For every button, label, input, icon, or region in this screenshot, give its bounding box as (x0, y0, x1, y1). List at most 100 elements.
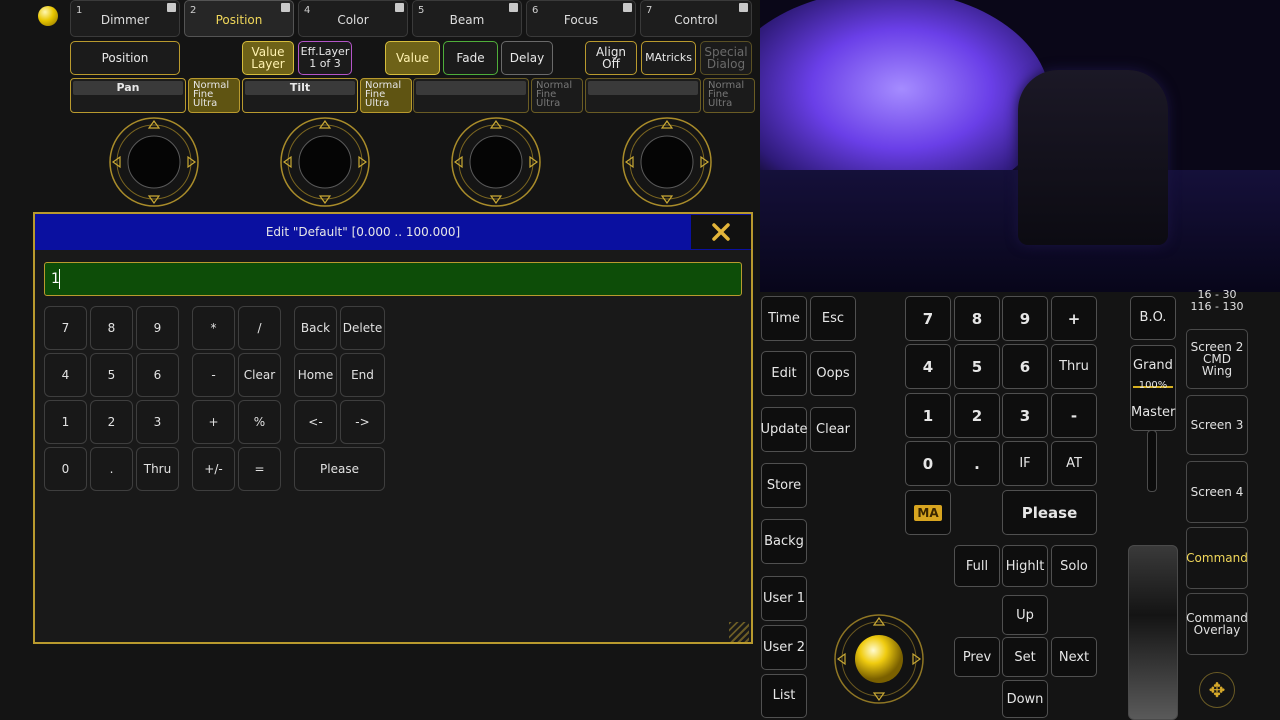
matricks-button[interactable]: MAtricks (641, 41, 696, 75)
key-7[interactable]: 7 (44, 306, 87, 350)
wing-key-9[interactable]: 9 (1002, 296, 1048, 341)
encoder-3[interactable] (413, 78, 529, 113)
encoder-resolution-3[interactable]: Normal Fine Ultra (531, 78, 583, 113)
trackball[interactable] (834, 614, 924, 704)
up-key[interactable]: Up (1002, 595, 1048, 635)
key-5[interactable]: 5 (90, 353, 133, 397)
screen3-button[interactable]: Screen 3 (1186, 395, 1248, 455)
key-minus[interactable]: - (192, 353, 235, 397)
value-button[interactable]: Value (385, 41, 440, 75)
set-key[interactable]: Set (1002, 637, 1048, 677)
solo-key[interactable]: Solo (1051, 545, 1097, 587)
time-key[interactable]: Time (761, 296, 807, 341)
wing-key-7[interactable]: 7 (905, 296, 951, 341)
key-plus[interactable]: + (192, 400, 235, 444)
wing-key-thru[interactable]: Thru (1051, 344, 1097, 389)
key-home[interactable]: Home (294, 353, 337, 397)
resize-grip-icon[interactable] (729, 622, 749, 642)
list-key[interactable]: List (761, 674, 807, 718)
encoder-resolution-pan[interactable]: Normal Fine Ultra (188, 78, 240, 113)
screen2-cmd-wing-button[interactable]: Screen 2 CMD Wing (1186, 329, 1248, 389)
user1-key[interactable]: User 1 (761, 576, 807, 621)
encoder-knob-3[interactable] (451, 117, 541, 207)
delay-button[interactable]: Delay (501, 41, 553, 75)
key-divide[interactable]: / (238, 306, 281, 350)
tab-control[interactable]: 7 Control (640, 0, 752, 37)
tab-position[interactable]: 2 Position (184, 0, 294, 37)
key-back[interactable]: Back (294, 306, 337, 350)
key-9[interactable]: 9 (136, 306, 179, 350)
clear-key[interactable]: Clear (810, 407, 856, 452)
wing-key-3[interactable]: 3 (1002, 393, 1048, 438)
key-cursor-left[interactable]: <- (294, 400, 337, 444)
ma-key[interactable]: MA (905, 490, 951, 535)
blackout-button[interactable]: B.O. (1130, 296, 1176, 340)
ma-logo-ball[interactable] (38, 6, 58, 26)
encoder-resolution-tilt[interactable]: Normal Fine Ultra (360, 78, 412, 113)
command-overlay-button[interactable]: Command Overlay (1186, 593, 1248, 655)
key-equals[interactable]: = (238, 447, 281, 491)
encoder-knob-tilt[interactable] (280, 117, 370, 207)
key-3[interactable]: 3 (136, 400, 179, 444)
key-plus-minus[interactable]: +/- (192, 447, 235, 491)
esc-key[interactable]: Esc (810, 296, 856, 341)
wing-key-at[interactable]: AT (1051, 441, 1097, 486)
key-6[interactable]: 6 (136, 353, 179, 397)
value-layer-button[interactable]: Value Layer (242, 41, 294, 75)
key-end[interactable]: End (340, 353, 385, 397)
encoder-4[interactable] (585, 78, 701, 113)
wing-please-key[interactable]: Please (1002, 490, 1097, 535)
key-1[interactable]: 1 (44, 400, 87, 444)
wing-key-minus[interactable]: - (1051, 393, 1097, 438)
key-2[interactable]: 2 (90, 400, 133, 444)
key-multiply[interactable]: * (192, 306, 235, 350)
wing-key-4[interactable]: 4 (905, 344, 951, 389)
key-4[interactable]: 4 (44, 353, 87, 397)
wing-key-1[interactable]: 1 (905, 393, 951, 438)
edit-key[interactable]: Edit (761, 351, 807, 396)
encoder-knob-pan[interactable] (109, 117, 199, 207)
tab-dimmer[interactable]: 1 Dimmer (70, 0, 180, 37)
next-key[interactable]: Next (1051, 637, 1097, 677)
key-please[interactable]: Please (294, 447, 385, 491)
key-dot[interactable]: . (90, 447, 133, 491)
align-off-button[interactable]: Align Off (585, 41, 637, 75)
oops-key[interactable]: Oops (810, 351, 856, 396)
grand-master-panel[interactable]: Grand 100% Master (1130, 345, 1176, 431)
screen4-button[interactable]: Screen 4 (1186, 461, 1248, 523)
wing-key-dot[interactable]: . (954, 441, 1000, 486)
encoder-knob-4[interactable] (622, 117, 712, 207)
key-cursor-right[interactable]: -> (340, 400, 385, 444)
main-fader[interactable] (1128, 545, 1178, 720)
fade-button[interactable]: Fade (443, 41, 498, 75)
wing-key-if[interactable]: IF (1002, 441, 1048, 486)
grand-master-fader-track[interactable] (1147, 430, 1157, 492)
wing-key-8[interactable]: 8 (954, 296, 1000, 341)
key-percent[interactable]: % (238, 400, 281, 444)
key-clear[interactable]: Clear (238, 353, 281, 397)
tab-color[interactable]: 4 Color (298, 0, 408, 37)
down-key[interactable]: Down (1002, 680, 1048, 718)
wing-key-6[interactable]: 6 (1002, 344, 1048, 389)
backg-key[interactable]: Backg (761, 519, 807, 564)
key-0[interactable]: 0 (44, 447, 87, 491)
position-button[interactable]: Position (70, 41, 180, 75)
highlight-key[interactable]: Highlt (1002, 545, 1048, 587)
store-key[interactable]: Store (761, 463, 807, 508)
special-dialog-button[interactable]: Special Dialog (700, 41, 752, 75)
key-delete[interactable]: Delete (340, 306, 385, 350)
command-button[interactable]: Command (1186, 527, 1248, 589)
encoder-pan[interactable]: Pan (70, 78, 186, 113)
full-key[interactable]: Full (954, 545, 1000, 587)
wing-key-plus[interactable]: + (1051, 296, 1097, 341)
tab-focus[interactable]: 6 Focus (526, 0, 636, 37)
tab-beam[interactable]: 5 Beam (412, 0, 522, 37)
key-8[interactable]: 8 (90, 306, 133, 350)
wing-key-2[interactable]: 2 (954, 393, 1000, 438)
wing-key-0[interactable]: 0 (905, 441, 951, 486)
wing-key-5[interactable]: 5 (954, 344, 1000, 389)
move-icon[interactable]: ✥ (1199, 672, 1235, 708)
encoder-resolution-4[interactable]: Normal Fine Ultra (703, 78, 755, 113)
executor-range[interactable]: 16 - 30 116 - 130 (1186, 289, 1248, 323)
prev-key[interactable]: Prev (954, 637, 1000, 677)
